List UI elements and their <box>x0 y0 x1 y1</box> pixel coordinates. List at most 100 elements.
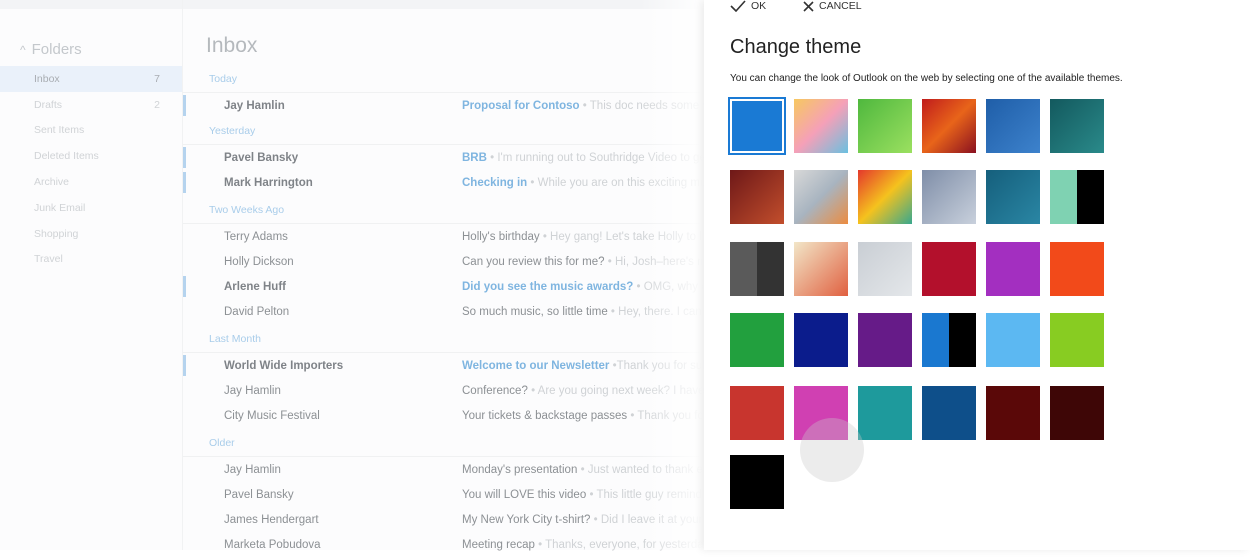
theme-red-abstract[interactable] <box>922 99 976 153</box>
sender: Pavel Bansky <box>224 151 299 164</box>
folder-label: Junk Email <box>34 201 86 214</box>
sender: Mark Harrington <box>224 176 313 189</box>
theme-black[interactable] <box>730 455 784 509</box>
subject: BRB <box>462 151 487 164</box>
folder-item-sent-items[interactable]: Sent Items <box>0 118 182 144</box>
mail-row[interactable]: Holly Dickson Can you review this for me?… <box>183 249 704 274</box>
change-theme-panel: OK CANCEL Change theme You can change th… <box>704 0 1250 550</box>
mail-row[interactable]: David Pelton So much music, so little tim… <box>183 299 704 324</box>
theme-navy[interactable] <box>794 313 848 367</box>
mail-row[interactable]: Pavel Bansky You will LOVE this video • T… <box>183 482 704 507</box>
mail-row[interactable]: Pavel Bansky BRB • I'm running out to Sou… <box>183 145 704 170</box>
theme-mint-black[interactable] <box>1050 170 1104 224</box>
theme-paper-plane[interactable] <box>922 170 976 224</box>
theme-crimson[interactable] <box>922 242 976 296</box>
mail-row[interactable]: Mark Harrington Checking in • While you a… <box>183 170 704 195</box>
group-header: Two Weeks Ago <box>183 197 704 224</box>
unread-indicator <box>183 95 186 116</box>
theme-green-meadow[interactable] <box>858 99 912 153</box>
theme-dark-gray[interactable] <box>730 242 784 296</box>
mail-row[interactable]: Jay Hamlin Conference? • Are you going ne… <box>183 378 704 403</box>
theme-dark-maroon[interactable] <box>1050 386 1104 440</box>
theme-geometric[interactable] <box>858 170 912 224</box>
sender: Marketa Pobudova <box>224 538 321 551</box>
touch-indicator <box>800 418 864 482</box>
folder-item-travel[interactable]: Travel <box>0 247 182 273</box>
top-bar <box>0 0 704 9</box>
theme-teal[interactable] <box>858 386 912 440</box>
mail-row[interactable]: Marketa Pobudova Meeting recap • Thanks, … <box>183 532 704 557</box>
theme-blue-black[interactable] <box>922 313 976 367</box>
theme-maroon[interactable] <box>986 386 1040 440</box>
folder-label: Sent Items <box>34 124 85 137</box>
theme-dark-blue[interactable] <box>922 386 976 440</box>
mail-row[interactable]: Jay Hamlin Monday's presentation • Just w… <box>183 457 704 482</box>
subject: Your tickets & backstage passes <box>462 409 628 422</box>
cancel-button[interactable]: CANCEL <box>803 0 862 12</box>
subject: Conference? <box>462 384 528 397</box>
subject: Proposal for Contoso <box>462 99 580 112</box>
subject: My New York City t-shirt? <box>462 513 591 526</box>
panel-title: Change theme <box>730 36 862 58</box>
folder-item-deleted-items[interactable]: Deleted Items <box>0 143 182 169</box>
theme-circuit[interactable] <box>1050 99 1104 153</box>
folder-label: Drafts <box>34 98 63 111</box>
mail-list: Today Jay Hamlin Proposal for Contoso • Th… <box>183 66 704 559</box>
theme-blue[interactable] <box>728 97 786 155</box>
mail-row[interactable]: Terry Adams Holly's birthday • Hey gang! … <box>183 224 704 249</box>
theme-lucky-cat[interactable] <box>794 242 848 296</box>
mail-background: ^ Folders Inbox 7 Drafts 2 Sent Items Deleted … <box>0 0 704 551</box>
theme-stripes[interactable] <box>794 170 848 224</box>
theme-light-blue[interactable] <box>986 313 1040 367</box>
folder-count: 2 <box>154 98 160 111</box>
theme-sunshine[interactable] <box>794 99 848 153</box>
sender: Jay Hamlin <box>224 463 281 476</box>
folders-heading: Folders <box>31 41 82 58</box>
folder-item-junk-email[interactable]: Junk Email <box>0 195 182 221</box>
folder-label: Travel <box>34 253 63 266</box>
mail-row[interactable]: World Wide Importers Welcome to our Newsl… <box>183 353 704 378</box>
x-icon <box>803 0 814 12</box>
folder-item-shopping[interactable]: Shopping <box>0 221 182 247</box>
theme-dark-purple[interactable] <box>858 313 912 367</box>
folder-list: Inbox 7 Drafts 2 Sent Items Deleted Items Arch… <box>0 66 182 272</box>
mail-row[interactable]: Arlene Huff Did you see the music awards?… <box>183 274 704 299</box>
group-header: Yesterday <box>183 118 704 145</box>
sender: Pavel Bansky <box>224 488 294 501</box>
sender: Jay Hamlin <box>224 384 281 397</box>
panel-fade <box>640 0 704 550</box>
subject: Holly's birthday <box>462 230 540 243</box>
sender: David Pelton <box>224 305 290 318</box>
folder-label: Archive <box>34 176 70 189</box>
subject: Meeting recap <box>462 538 535 551</box>
theme-orange[interactable] <box>1050 242 1104 296</box>
mail-row[interactable]: Jay Hamlin Proposal for Contoso • This do… <box>183 93 704 118</box>
folder-item-drafts[interactable]: Drafts 2 <box>0 92 182 118</box>
unread-indicator <box>183 276 186 297</box>
folder-item-archive[interactable]: Archive <box>0 169 182 195</box>
theme-lime[interactable] <box>1050 313 1104 367</box>
theme-purple[interactable] <box>986 242 1040 296</box>
subject: Monday's presentation <box>462 463 578 476</box>
theme-teal-circles[interactable] <box>986 170 1040 224</box>
theme-wood[interactable] <box>730 170 784 224</box>
subject: Welcome to our Newsletter <box>462 359 610 372</box>
mail-row[interactable]: City Music Festival Your tickets & backst… <box>183 403 704 428</box>
folder-label: Inbox <box>34 72 60 85</box>
ok-button[interactable]: OK <box>730 0 766 12</box>
group-header: Last Month <box>183 326 704 353</box>
theme-green[interactable] <box>730 313 784 367</box>
unread-indicator <box>183 172 186 193</box>
cancel-label: CANCEL <box>819 0 862 12</box>
sender: Arlene Huff <box>224 280 286 293</box>
theme-snowflakes[interactable] <box>858 242 912 296</box>
theme-blueprint[interactable] <box>986 99 1040 153</box>
folders-header[interactable]: ^ Folders <box>20 41 82 58</box>
sender: Holly Dickson <box>224 255 294 268</box>
subject: Can you review this for me? <box>462 255 605 268</box>
theme-red[interactable] <box>730 386 784 440</box>
mail-row[interactable]: James Hendergart My New York City t-shirt… <box>183 507 704 532</box>
unread-indicator <box>183 355 186 376</box>
sender: James Hendergart <box>224 513 319 526</box>
folder-item-inbox[interactable]: Inbox 7 <box>0 66 182 92</box>
